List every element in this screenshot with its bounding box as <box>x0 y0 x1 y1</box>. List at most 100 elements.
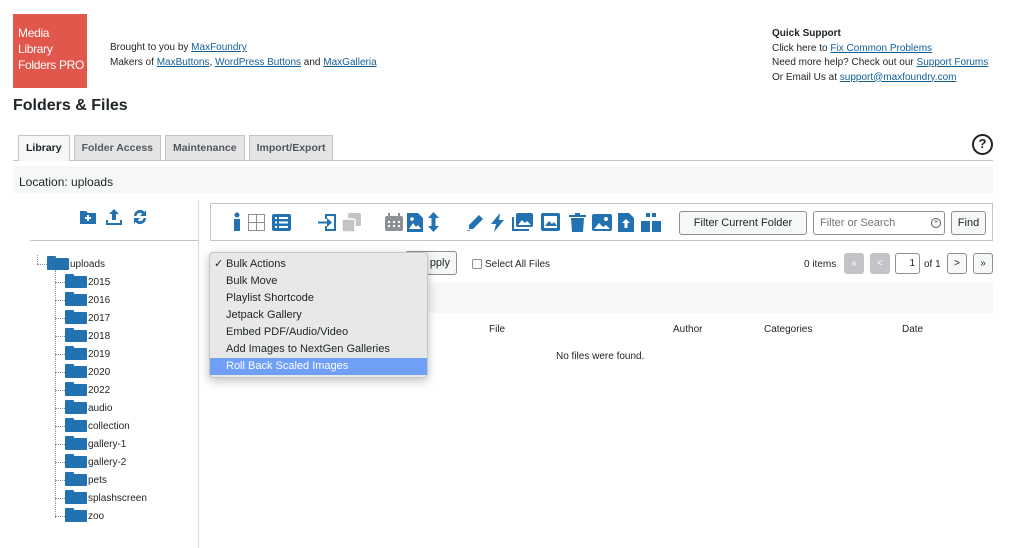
column-file[interactable]: File <box>489 324 505 335</box>
bulk-option-embed-pdf-audio-video[interactable]: Embed PDF/Audio/Video <box>210 324 427 341</box>
info-icon[interactable] <box>231 212 243 232</box>
tree-folder-splashscreen[interactable]: splashscreen <box>88 493 147 504</box>
tree-folder-2015[interactable]: 2015 <box>88 277 110 288</box>
folder-icon <box>47 256 69 270</box>
bulk-option-bulk-actions[interactable]: ✓ Bulk Actions <box>210 256 427 273</box>
makers-prefix: Makers of <box>110 57 157 68</box>
bulk-option-label: Add Images to NextGen Galleries <box>226 343 390 355</box>
bulk-option-label: Playlist Shortcode <box>226 292 315 304</box>
image-icon[interactable] <box>591 212 612 232</box>
support-forums-link[interactable]: Support Forums <box>917 57 989 68</box>
bulk-option-bulk-move[interactable]: Bulk Move <box>210 273 427 290</box>
folder-actions <box>79 208 149 226</box>
sync-media-icon[interactable] <box>640 212 662 232</box>
copy-icon[interactable] <box>341 212 362 232</box>
support-text: Need more help? Check out our <box>772 57 917 68</box>
tree-line <box>55 318 65 319</box>
prev-page-button[interactable]: < <box>870 253 890 274</box>
folder-icon <box>65 328 87 342</box>
first-page-button[interactable]: « <box>844 253 864 274</box>
bulk-actions-dropdown[interactable]: ✓ Bulk Actions Bulk Move Playlist Shortcode… <box>209 252 428 378</box>
tab-folder-access[interactable]: Folder Access <box>73 135 162 160</box>
tree-line <box>55 480 65 481</box>
tree-folder-pets[interactable]: pets <box>88 475 107 486</box>
add-folder-icon[interactable] <box>79 208 97 226</box>
tree-folder-2017[interactable]: 2017 <box>88 313 110 324</box>
tree-line <box>37 264 47 265</box>
maxfoundry-link[interactable]: MaxFoundry <box>191 42 247 53</box>
calendar-sort-icon[interactable] <box>384 212 403 232</box>
empty-message: No files were found. <box>556 351 645 362</box>
folder-icon <box>65 436 87 450</box>
maxbuttons-link[interactable]: MaxButtons <box>157 57 210 68</box>
search-input[interactable] <box>813 211 945 235</box>
filter-current-folder-button[interactable]: Filter Current Folder <box>679 211 807 235</box>
grid-view-icon[interactable] <box>247 212 266 232</box>
folder-icon <box>65 364 87 378</box>
bulk-option-playlist-shortcode[interactable]: Playlist Shortcode <box>210 290 427 307</box>
tree-folder-2016[interactable]: 2016 <box>88 295 110 306</box>
last-page-button[interactable]: » <box>973 253 993 274</box>
tree-folder-2019[interactable]: 2019 <box>88 349 110 360</box>
bulk-option-add-images-to-nextgen-galleries[interactable]: Add Images to NextGen Galleries <box>210 341 427 358</box>
folder-icon <box>65 508 87 522</box>
upload-file-icon[interactable] <box>617 212 634 232</box>
tree-folder-audio[interactable]: audio <box>88 403 112 414</box>
column-date[interactable]: Date <box>902 324 923 335</box>
image-seo-icon[interactable] <box>540 212 560 232</box>
column-author[interactable]: Author <box>673 324 702 335</box>
support-email-link[interactable]: support@maxfoundry.com <box>840 72 957 83</box>
delete-icon[interactable] <box>568 212 586 232</box>
list-view-icon[interactable] <box>271 212 292 232</box>
tree-line <box>55 300 65 301</box>
tree-line <box>55 498 65 499</box>
location-bar <box>13 166 993 193</box>
tabs-divider <box>13 160 993 161</box>
fix-common-problems-link[interactable]: Fix Common Problems <box>830 43 932 54</box>
tree-folder-collection[interactable]: collection <box>88 421 130 432</box>
tab-library[interactable]: Library <box>18 135 70 161</box>
sort-order-icon[interactable] <box>427 212 440 232</box>
upload-icon[interactable] <box>105 208 123 226</box>
move-icon[interactable] <box>317 212 337 232</box>
makers-sep: and <box>301 57 324 68</box>
select-all-label: Select All Files <box>485 259 551 270</box>
clear-search-icon[interactable]: × <box>931 218 941 228</box>
folder-icon <box>65 472 87 486</box>
items-count: 0 items <box>804 259 837 270</box>
folder-icon <box>65 292 87 306</box>
help-icon[interactable]: ? <box>972 134 993 155</box>
rename-icon[interactable] <box>466 212 484 232</box>
tree-folder-gallery-2[interactable]: gallery-2 <box>88 457 126 468</box>
tree-folder-2020[interactable]: 2020 <box>88 367 110 378</box>
select-all-checkbox[interactable] <box>472 259 482 269</box>
plugin-logo: Media Library Folders PRO <box>13 14 87 88</box>
tab-maintenance[interactable]: Maintenance <box>165 135 245 160</box>
folder-icon <box>65 310 87 324</box>
tree-line <box>37 255 38 264</box>
support-text: Or Email Us at <box>772 71 840 83</box>
tree-folder-2022[interactable]: 2022 <box>88 385 110 396</box>
maxgalleria-link[interactable]: MaxGalleria <box>323 57 376 68</box>
location-label: Location: uploads <box>19 175 114 189</box>
current-page-input[interactable]: 1 <box>895 253 920 274</box>
folder-icon <box>65 382 87 396</box>
tab-import-export[interactable]: Import/Export <box>248 135 334 160</box>
bulk-option-jetpack-gallery[interactable]: Jetpack Gallery <box>210 307 427 324</box>
regenerate-thumbnails-icon[interactable] <box>489 212 505 232</box>
image-sort-icon[interactable] <box>406 212 424 232</box>
tree-line <box>55 426 65 427</box>
tree-folder-2018[interactable]: 2018 <box>88 331 110 342</box>
tree-line <box>55 336 65 337</box>
tree-line <box>55 408 65 409</box>
sync-icon[interactable] <box>131 208 149 226</box>
next-page-button[interactable]: > <box>947 253 967 274</box>
tree-folder-gallery-1[interactable]: gallery-1 <box>88 439 126 450</box>
column-categories[interactable]: Categories <box>764 324 812 335</box>
wordpress-buttons-link[interactable]: WordPress Buttons <box>215 57 301 68</box>
tree-folder-zoo[interactable]: zoo <box>88 511 104 522</box>
find-button[interactable]: Find <box>951 211 986 235</box>
gallery-icon[interactable] <box>510 212 533 232</box>
tree-root-uploads[interactable]: uploads <box>70 259 105 270</box>
bulk-option-roll-back-scaled-images[interactable]: Roll Back Scaled Images <box>210 358 427 375</box>
